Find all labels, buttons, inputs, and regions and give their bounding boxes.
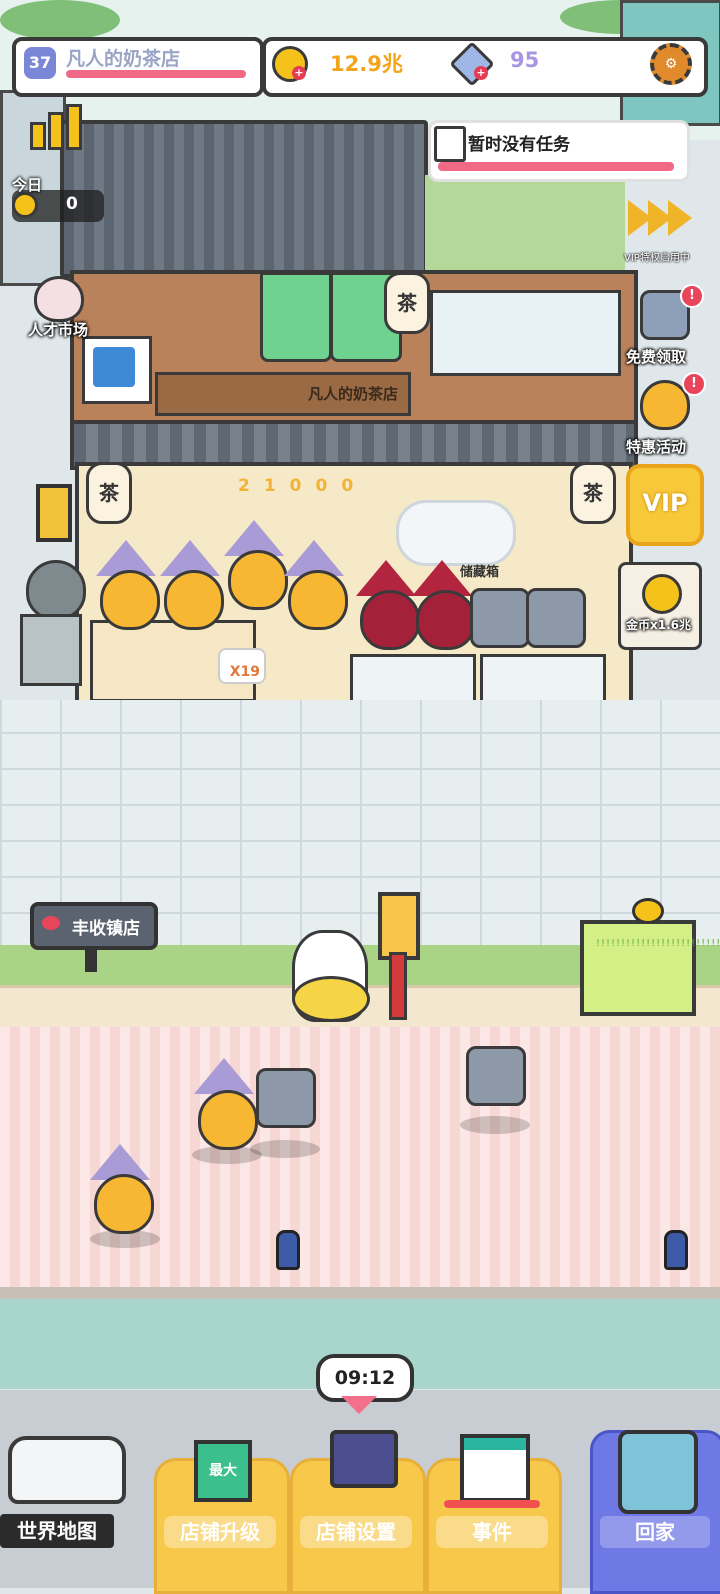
sign-post [85,946,97,972]
add-coins-icon[interactable]: + [292,66,306,80]
town-sign-text: 丰收镇店 [72,919,140,939]
shop-name: 凡人的奶茶店 [66,48,181,70]
shop-logo-sign [82,336,152,404]
cat-shadow [460,1116,530,1134]
coin-amount: 12.9兆 [330,52,403,76]
order-count: X19 [229,664,260,680]
today-value: 0 [66,194,78,214]
lantern-text: 茶 [583,481,603,505]
alert-badge-icon: ! [680,284,704,308]
walking-cat-witch[interactable] [198,1090,258,1150]
van-icon[interactable] [8,1436,126,1504]
witch-hat [194,1058,254,1094]
level-progress-bar [66,70,246,78]
cat-shadow [250,1140,320,1158]
today-label: 今日 [12,176,43,194]
cat-statue [26,560,86,620]
world-map-button[interactable]: 世界地图 [0,1514,114,1548]
tree-foliage [0,0,120,40]
monitor-icon [330,1430,398,1488]
walking-cat-witch[interactable] [94,1174,154,1234]
timer-pointer [341,1396,377,1414]
staff-cat-red[interactable] [416,590,476,650]
fast-forward-icon [668,200,692,236]
service-counter[interactable] [350,654,476,706]
shop-settings-label: 店铺设置 [300,1516,412,1548]
floating-income-digits: 21000 [238,476,368,496]
special-offer-label[interactable]: 特惠活动 [626,436,686,457]
register-icon [618,1430,698,1514]
staff-cat-robot[interactable] [470,588,530,648]
tea-lantern: 茶 [570,462,616,524]
calendar-header [464,1438,526,1450]
settings-gear-icon[interactable]: ⚙ [650,43,692,85]
street-lamp [378,892,420,960]
storage-box-cloud[interactable] [396,500,516,566]
lantern-text: 茶 [397,291,417,315]
vip-label: VIP [642,489,688,517]
service-counter[interactable] [480,654,606,706]
gem-amount: 95 [510,48,540,72]
paint-bucket-icon: 最大 [194,1440,252,1502]
notice-board[interactable] [580,920,696,1016]
max-level-badge: 最大 [209,1463,237,1479]
free-claim-label[interactable]: 免费领取 [626,346,686,367]
walking-cat-robot[interactable] [466,1046,526,1106]
staff-cat-robot[interactable] [526,588,586,648]
staff-cat-witch[interactable] [228,550,288,610]
events-label: 事件 [436,1516,548,1548]
shop-upgrade-label: 店铺升级 [164,1516,276,1548]
timer-bubble: 09:12 [316,1354,414,1402]
vip-button[interactable]: VIP [626,464,704,546]
tea-lantern: 茶 [384,272,430,334]
trend-coin-icon [12,192,38,218]
street-lamp-post [389,952,407,1020]
notice-board-text: !!!!!!!!!!!!!!!!!!!!!!!!!!!!! [596,938,720,949]
home-label: 回家 [600,1516,710,1548]
megaphone-icon [632,898,664,924]
add-gems-icon[interactable]: + [474,66,488,80]
talent-market-cat-icon[interactable] [34,276,84,322]
talent-market-label[interactable]: 人才市场 [28,319,88,340]
shop-sign-text: 凡人的奶茶店 [307,385,398,403]
vip-status-label: VIP特权启用中 [624,253,690,264]
wall-lamp [36,484,72,542]
curb [0,1287,720,1299]
income-bar [30,122,46,150]
town-sign[interactable]: 丰收镇店 [30,902,158,950]
shop-upper-roof [60,120,428,278]
order-bubble: X19 [218,648,266,684]
staff-cat-witch[interactable] [288,570,348,630]
bollard [664,1230,688,1270]
tea-lantern: 茶 [86,462,132,524]
shop-name-sign: 凡人的奶茶店 [155,372,411,416]
task-progress-bar [438,162,674,171]
staff-cat-witch[interactable] [164,570,224,630]
staff-cat-red[interactable] [360,590,420,650]
shop-window [430,290,621,376]
statue-pedestal [20,614,82,686]
income-bar [48,112,64,150]
whale-logo-icon [93,347,135,387]
level-badge: 37 [24,47,56,79]
walking-cat-robot[interactable] [256,1068,316,1128]
income-bar [66,104,82,150]
alert-badge-icon: ! [682,372,706,396]
noren-curtain [260,272,332,362]
lantern-text: 茶 [99,481,119,505]
bollard [276,1230,300,1270]
task-text: 暂时没有任务 [468,135,570,155]
statue-cushion [292,976,370,1022]
wifi-icon [42,916,60,930]
clipboard-icon [434,126,466,162]
staff-cat-witch[interactable] [100,570,160,630]
roof-garden [425,175,625,270]
gold-coin-icon [642,574,682,614]
event-progress-bar [444,1500,540,1508]
gold-boost-label: 金币x1.6兆 [626,618,691,632]
